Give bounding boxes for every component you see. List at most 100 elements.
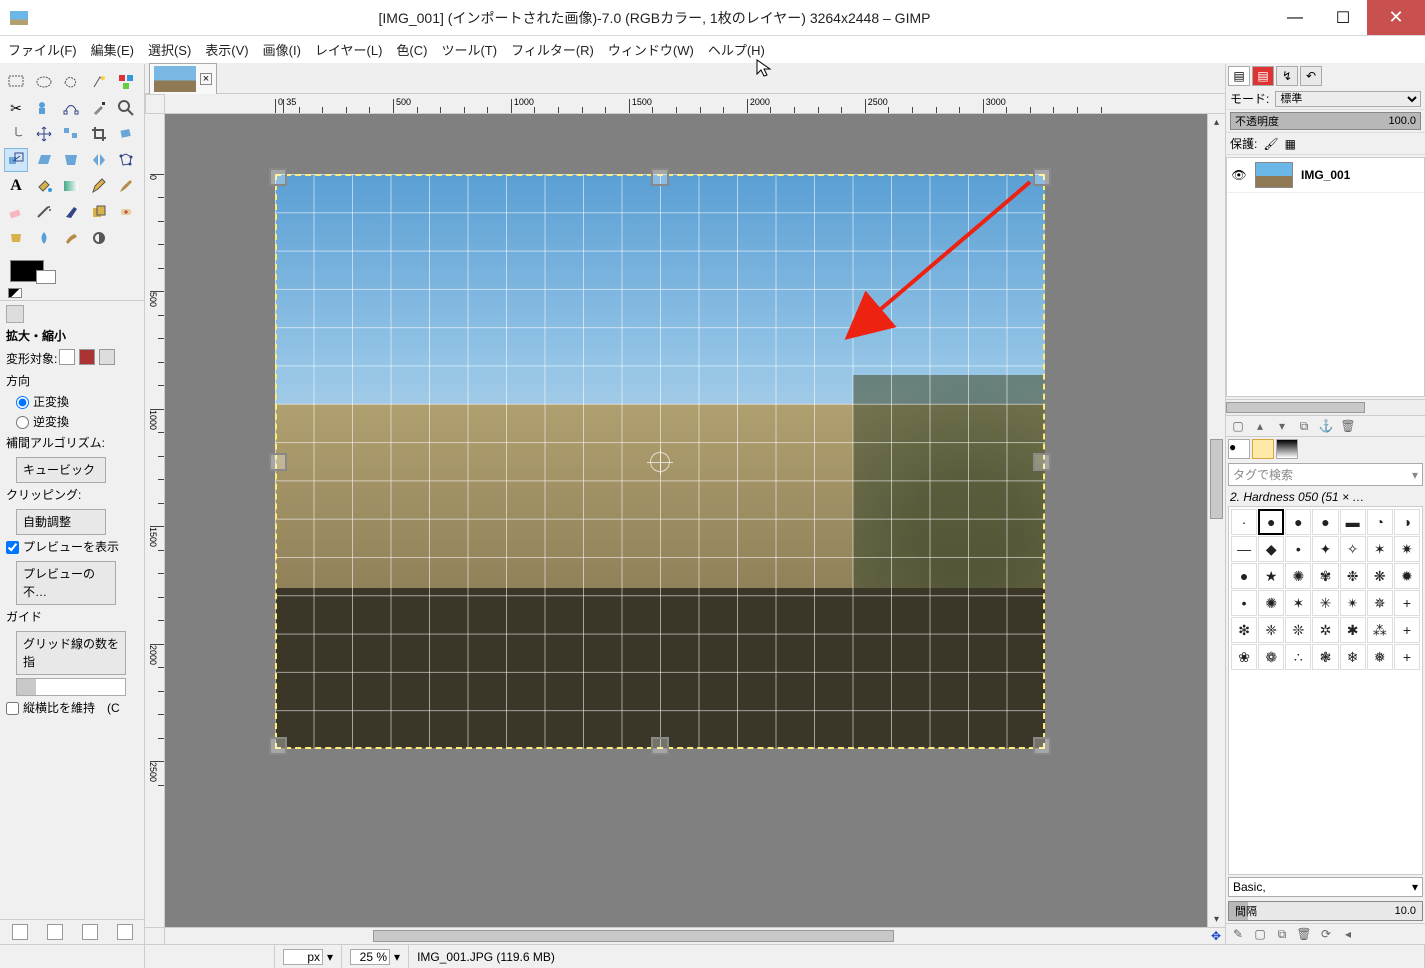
bg-color-icon[interactable] [36,270,56,284]
edit-brush-icon[interactable]: ✎ [1230,926,1246,942]
lock-pixels-icon[interactable]: 🖌 [1263,137,1278,151]
tool-rotate[interactable] [114,122,138,146]
tool-measure[interactable] [4,122,28,146]
restore-options-icon[interactable] [47,924,63,940]
layers-tab-icon[interactable]: ▤ [1228,66,1250,86]
menu-image[interactable]: 画像(I) [263,40,301,59]
image-tab[interactable]: × [149,63,217,95]
scrollbar-thumb-h[interactable] [373,930,894,942]
quickmask-toggle[interactable] [145,928,165,944]
layer-name[interactable]: IMG_001 [1301,168,1350,182]
brush-item[interactable]: ❇ [1231,617,1257,643]
unit-select[interactable]: px [283,949,323,965]
clip-select[interactable]: 自動調整 [16,509,106,535]
new-layer-icon[interactable]: ▢ [1230,418,1246,434]
tool-perspective-clone[interactable] [4,226,28,250]
brush-item[interactable]: ◑ [1394,509,1420,535]
scroll-up-icon[interactable]: ▴ [1208,114,1225,130]
handle-bottom[interactable] [651,737,669,755]
brush-item[interactable]: ✺ [1285,563,1311,589]
brush-item[interactable]: ✦ [1312,536,1338,562]
color-well[interactable] [6,260,138,296]
lock-alpha-icon[interactable]: ▦ [1285,137,1296,151]
keep-aspect-checkbox[interactable] [6,702,19,715]
lower-layer-icon[interactable]: ▾ [1274,418,1290,434]
brush-item[interactable]: ✶ [1285,590,1311,616]
menu-tools[interactable]: ツール(T) [441,40,497,59]
dropdown-icon[interactable]: ▾ [394,950,400,964]
brush-item[interactable]: ❊ [1285,617,1311,643]
canvas-scrollbar-vertical[interactable]: ▴ ▾ [1207,114,1225,927]
tool-crop[interactable] [87,122,111,146]
zoom-select[interactable]: 25 % [350,949,390,965]
tool-ink[interactable] [59,200,83,224]
delete-options-icon[interactable] [82,924,98,940]
brush-spacing-slider[interactable]: 間隔 10.0 [1228,901,1423,921]
duplicate-brush-icon[interactable]: ⧉ [1274,926,1290,942]
tool-dodge-burn[interactable] [87,226,111,250]
brush-item[interactable]: + [1394,617,1420,643]
brush-item[interactable]: ✳ [1312,590,1338,616]
undo-tab-icon[interactable]: ↶ [1300,66,1322,86]
brush-item[interactable]: ● [1285,509,1311,535]
handle-bottom-right[interactable] [1033,737,1051,755]
layers-scrollbar[interactable] [1226,399,1425,415]
menu-select[interactable]: 選択(S) [148,40,191,59]
brush-item[interactable]: ✶ [1367,536,1393,562]
tool-foreground-select[interactable] [32,96,56,120]
new-brush-icon[interactable]: ▢ [1252,926,1268,942]
direction-backward-radio[interactable] [16,416,29,429]
brush-item[interactable]: ❀ [1231,644,1257,670]
tool-pencil[interactable] [87,174,111,198]
delete-brush-icon[interactable]: 🗑 [1296,926,1312,942]
options-tab-icon[interactable] [6,305,24,323]
tool-airbrush[interactable] [32,200,56,224]
menu-file[interactable]: ファイル(F) [8,40,77,59]
brush-item[interactable]: ◔ [1367,509,1393,535]
brush-item[interactable]: ❈ [1258,617,1284,643]
tag-search[interactable]: タグで検索▾ [1228,463,1423,486]
paths-tab-icon[interactable]: ↯ [1276,66,1298,86]
refresh-brush-icon[interactable]: ⟳ [1318,926,1334,942]
direction-forward-radio[interactable] [16,396,29,409]
show-preview-checkbox[interactable] [6,541,19,554]
brush-item[interactable]: ◆ [1258,536,1284,562]
transform-target-path-icon[interactable] [99,349,115,365]
brush-item[interactable]: ✲ [1312,617,1338,643]
tool-flip[interactable] [87,148,111,172]
canvas[interactable] [165,114,1207,927]
tool-paintbrush[interactable] [114,174,138,198]
canvas-scrollbar-horizontal[interactable] [165,928,1207,944]
dropdown-icon[interactable]: ▾ [1412,468,1418,482]
reset-options-icon[interactable] [117,924,133,940]
transform-center-icon[interactable] [650,452,670,472]
scrollbar-thumb[interactable] [1210,439,1223,519]
minimize-button[interactable]: — [1271,0,1319,35]
menu-edit[interactable]: 編集(E) [91,40,134,59]
menu-filter[interactable]: フィルター(R) [511,40,594,59]
brush-tab-icon[interactable]: ● [1228,439,1250,459]
brush-item[interactable]: — [1231,536,1257,562]
tool-color-select[interactable] [114,70,138,94]
transform-target-layer-icon[interactable] [59,349,75,365]
duplicate-layer-icon[interactable]: ⧉ [1296,418,1312,434]
tool-zoom[interactable] [114,96,138,120]
tool-ellipse-select[interactable] [32,70,56,94]
brush-item[interactable]: ● [1258,509,1284,535]
tool-shear[interactable] [32,148,56,172]
brush-item[interactable]: ▬ [1340,509,1366,535]
maximize-button[interactable]: ☐ [1319,0,1367,35]
brush-item[interactable]: ❅ [1367,644,1393,670]
brush-item[interactable]: + [1394,644,1420,670]
transform-target-selection-icon[interactable] [79,349,95,365]
tool-align[interactable] [59,122,83,146]
tool-clone[interactable] [87,200,111,224]
tool-text[interactable]: A [4,174,28,198]
tool-move[interactable] [32,122,56,146]
raise-layer-icon[interactable]: ▴ [1252,418,1268,434]
save-options-icon[interactable] [12,924,28,940]
brush-item[interactable]: ★ [1258,563,1284,589]
brush-item[interactable]: ✴ [1340,590,1366,616]
tool-perspective[interactable] [59,148,83,172]
brush-item[interactable]: ❁ [1258,644,1284,670]
